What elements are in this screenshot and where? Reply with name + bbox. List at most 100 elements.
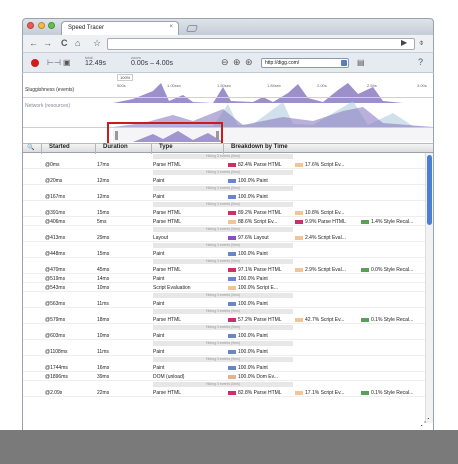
- help-icon[interactable]: ?: [418, 57, 423, 67]
- wrench-icon[interactable]: ⌽: [419, 38, 424, 48]
- started-cell: @603ms: [45, 333, 66, 339]
- started-cell: @543ms: [45, 285, 66, 291]
- hidden-events-label[interactable]: Hiding 3 events (0ms): [153, 325, 293, 330]
- table-row[interactable]: @0ms 17ms Parse HTML 82.4% Parse HTML 17.6% …: [23, 160, 433, 169]
- hidden-events-row[interactable]: Hiding 3 events (0ms): [23, 340, 433, 347]
- started-cell: @1896ms: [45, 374, 68, 380]
- breakdown-swatch: [295, 219, 303, 224]
- url-select[interactable]: http://digg.com/: [261, 58, 349, 68]
- hidden-events-label[interactable]: Hiding 3 events (0ms): [153, 243, 293, 248]
- new-tab-button[interactable]: [186, 25, 198, 32]
- table-row[interactable]: @603ms 10ms Paint 100.0% Paint: [23, 331, 433, 340]
- zoom-display: zoom 0.00s – 4.00s: [131, 55, 173, 67]
- total-value: 12.49s: [85, 60, 107, 67]
- breakdown-label: 0.0% Style Recal...: [371, 267, 414, 273]
- reload-icon[interactable]: C: [61, 38, 68, 48]
- breakdown-swatch: [228, 194, 236, 199]
- scroll-thumb[interactable]: [427, 155, 432, 225]
- hidden-events-label[interactable]: Hiding 3 events (0ms): [153, 341, 293, 346]
- hidden-events-label[interactable]: Hiding 3 events (0ms): [153, 309, 293, 314]
- hidden-events-label[interactable]: Hiding 3 events (0ms): [153, 293, 293, 298]
- hidden-events-row[interactable]: Hiding 3 events (0ms): [23, 292, 433, 299]
- breakdown-swatch: [228, 162, 236, 167]
- hidden-events-label[interactable]: Hiding 3 events (0ms): [153, 382, 293, 387]
- table-row[interactable]: @2.09s 22ms Parse HTML 82.8% Parse HTML 17.1…: [23, 388, 433, 397]
- hidden-events-row[interactable]: Hiding 3 events (0ms): [23, 169, 433, 176]
- sluggishness-label: Sluggishness (events): [25, 87, 75, 93]
- column-duration[interactable]: Duration: [103, 144, 128, 150]
- hidden-events-label[interactable]: Hiding 3 events (0ms): [153, 154, 293, 159]
- column-started[interactable]: Started: [49, 144, 70, 150]
- table-row[interactable]: @579ms 18ms Parse HTML 57.2% Parse HTML 42.7…: [23, 315, 433, 324]
- type-cell: Parse HTML: [153, 219, 182, 225]
- hidden-events-row[interactable]: Hiding 3 events (0ms): [23, 201, 433, 208]
- table-row[interactable]: @1896ms 39ms DOM (unload) 100.0% Dom Ev...: [23, 372, 433, 381]
- star-icon[interactable]: ☆: [93, 38, 101, 49]
- hidden-events-row[interactable]: Hiding 3 events (0ms): [23, 153, 433, 160]
- forward-icon[interactable]: →: [43, 38, 52, 48]
- table-row[interactable]: @391ms 15ms Parse HTML 89.2% Parse HTML 10.8…: [23, 208, 433, 217]
- table-row[interactable]: @448ms 15ms Paint 100.0% Paint: [23, 249, 433, 258]
- breakdown-item: 57.2% Parse HTML: [228, 317, 282, 323]
- breakdown-item: 100.0% Paint: [228, 301, 268, 307]
- address-bar[interactable]: [107, 38, 415, 50]
- hidden-events-row[interactable]: Hiding 3 events (0ms): [23, 356, 433, 363]
- table-row[interactable]: @563ms 11ms Paint 100.0% Paint: [23, 299, 433, 308]
- resize-grip-icon[interactable]: ⋰: [420, 417, 432, 429]
- zoom-window-button[interactable]: [48, 22, 56, 29]
- started-cell: @413ms: [45, 235, 66, 241]
- close-window-button[interactable]: [27, 22, 34, 29]
- table-row[interactable]: @1108ms 11ms Paint 100.0% Paint: [23, 347, 433, 356]
- search-icon[interactable]: 🔍: [27, 144, 34, 151]
- event-table: Hiding 3 events (0ms) @0ms 17ms Parse HTML 8…: [22, 153, 434, 430]
- table-row[interactable]: @413ms 29ms Layout 97.6% Layout 2.4% Script …: [23, 233, 433, 242]
- back-icon[interactable]: ←: [29, 38, 38, 48]
- tab-close-icon[interactable]: ×: [169, 24, 173, 30]
- hidden-events-row[interactable]: Hiding 3 events (0ms): [23, 258, 433, 265]
- hidden-events-row[interactable]: Hiding 3 events (0ms): [23, 226, 433, 233]
- column-breakdown[interactable]: Breakdown by Time: [231, 144, 288, 150]
- breakdown-swatch: [228, 365, 236, 370]
- hidden-events-row[interactable]: Hiding 3 events (0ms): [23, 308, 433, 315]
- vertical-scrollbar[interactable]: [425, 153, 433, 423]
- started-cell: @391ms: [45, 210, 66, 216]
- breakdown-item: 88.6% Script Ev...: [228, 219, 277, 225]
- breakdown-label: 100.0% Paint: [238, 301, 268, 307]
- table-row[interactable]: @406ms 5ms Parse HTML 88.6% Script Ev... 9.9…: [23, 217, 433, 226]
- page-icon[interactable]: ▤: [357, 58, 365, 67]
- clear-icon[interactable]: ⊢⊣: [47, 58, 61, 67]
- save-icon[interactable]: ▣: [63, 58, 71, 67]
- hidden-events-row[interactable]: Hiding 3 events (0ms): [23, 381, 433, 388]
- table-row[interactable]: @167ms 12ms Paint 100.0% Paint: [23, 192, 433, 201]
- table-row[interactable]: @20ms 12ms Paint 100.0% Paint: [23, 176, 433, 185]
- table-row[interactable]: @543ms 10ms Script Evaluation 100.0% Script…: [23, 283, 433, 292]
- minimize-window-button[interactable]: [37, 22, 45, 29]
- hidden-events-label[interactable]: Hiding 3 events (0ms): [153, 202, 293, 207]
- duration-cell: 11ms: [97, 301, 109, 307]
- zoom-out-icon[interactable]: ⊖: [221, 57, 229, 68]
- table-row[interactable]: @1744ms 16ms Paint 100.0% Paint: [23, 363, 433, 372]
- table-row[interactable]: @470ms 45ms Parse HTML 97.1% Parse HTML 2.9%…: [23, 265, 433, 274]
- hidden-events-row[interactable]: Hiding 3 events (0ms): [23, 324, 433, 331]
- started-cell: @406ms: [45, 219, 66, 225]
- breakdown-swatch: [361, 267, 369, 272]
- breakdown-label: 97.6% Layout: [238, 235, 269, 241]
- type-cell: Parse HTML: [153, 210, 182, 216]
- zoom-in-icon[interactable]: ⊕: [233, 57, 241, 68]
- hidden-events-row[interactable]: Hiding 3 events (0ms): [23, 242, 433, 249]
- record-button[interactable]: [31, 59, 39, 67]
- hidden-events-label[interactable]: Hiding 3 events (0ms): [153, 357, 293, 362]
- hidden-events-label[interactable]: Hiding 3 events (0ms): [153, 259, 293, 264]
- type-cell: Paint: [153, 365, 165, 371]
- hidden-events-label[interactable]: Hiding 3 events (0ms): [153, 186, 293, 191]
- breakdown-label: 9.9% Parse HTML: [305, 219, 346, 225]
- zoom-fit-icon[interactable]: ⊛: [245, 57, 253, 68]
- hidden-events-row[interactable]: Hiding 3 events (0ms): [23, 185, 433, 192]
- hidden-events-label[interactable]: Hiding 3 events (0ms): [153, 227, 293, 232]
- go-icon[interactable]: ▶: [401, 38, 407, 47]
- column-type[interactable]: Type: [159, 144, 173, 150]
- hidden-events-label[interactable]: Hiding 3 events (0ms): [153, 170, 293, 175]
- table-row[interactable]: @519ms 14ms Paint 100.0% Paint: [23, 274, 433, 283]
- home-icon[interactable]: ⌂: [75, 38, 80, 48]
- browser-tab[interactable]: Speed Tracer ×: [61, 21, 179, 36]
